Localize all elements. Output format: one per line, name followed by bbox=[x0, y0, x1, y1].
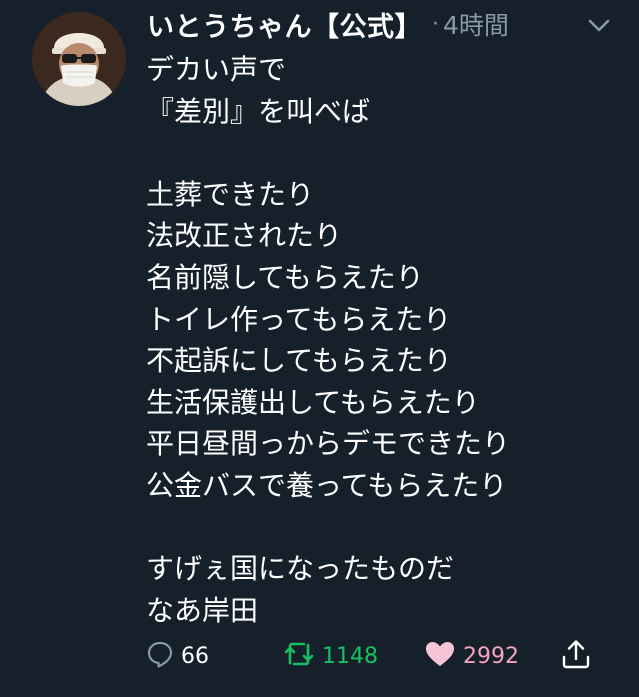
tweet-line: 不起訴にしてもらえたり bbox=[146, 344, 452, 378]
tweet-line: デカい声で bbox=[146, 53, 287, 86]
tweet-line: なあ岸田 bbox=[146, 593, 259, 627]
tweet-line: 土葬できたり bbox=[146, 177, 315, 211]
tweet-line bbox=[146, 507, 626, 549]
tweet: いとうちゃん【公式】 · 4時間 デカい声で 『差別』を叫べば 土葬できたり 法… bbox=[0, 0, 639, 697]
tweet-line: 公金バスで養ってもらえたり bbox=[146, 468, 508, 502]
reply-count: 66 bbox=[181, 643, 209, 669]
tweet-line bbox=[146, 132, 626, 174]
retweet-icon bbox=[282, 639, 316, 673]
like-count: 2992 bbox=[463, 643, 519, 669]
tweet-actions: 66 1148 2992 bbox=[0, 636, 639, 676]
tweet-line: 生活保護出してもらえたり bbox=[146, 385, 480, 419]
retweet-count: 1148 bbox=[322, 643, 378, 669]
comment-bubble-icon bbox=[145, 639, 175, 673]
tweet-text: デカい声で 『差別』を叫べば 土葬できたり 法改正されたり 名前隠してもらえたり… bbox=[146, 49, 626, 631]
tweet-line: 『差別』を叫べば bbox=[146, 94, 371, 128]
like-button[interactable]: 2992 bbox=[423, 636, 519, 676]
reply-button[interactable]: 66 bbox=[145, 636, 209, 676]
header-separator: · bbox=[432, 11, 439, 37]
tweet-line: すげぇ国になったものだ bbox=[146, 552, 455, 586]
tweet-line: 名前隠してもらえたり bbox=[146, 260, 424, 294]
tweet-timestamp[interactable]: 4時間 bbox=[443, 6, 509, 42]
tweet-header: いとうちゃん【公式】 · 4時間 bbox=[147, 4, 509, 44]
share-icon bbox=[560, 638, 592, 674]
share-button[interactable] bbox=[560, 636, 592, 676]
tweet-line: トイレ作ってもらえたり bbox=[146, 302, 452, 336]
chevron-down-icon[interactable] bbox=[586, 12, 612, 38]
avatar[interactable] bbox=[32, 12, 126, 106]
tweet-line: 法改正されたり bbox=[146, 219, 343, 253]
retweet-button[interactable]: 1148 bbox=[282, 636, 378, 676]
tweet-line: 平日昼間っからデモできたり bbox=[146, 427, 511, 461]
heart-icon bbox=[423, 639, 457, 673]
avatar-image bbox=[32, 12, 126, 106]
author-name[interactable]: いとうちゃん【公式】 bbox=[147, 5, 422, 44]
